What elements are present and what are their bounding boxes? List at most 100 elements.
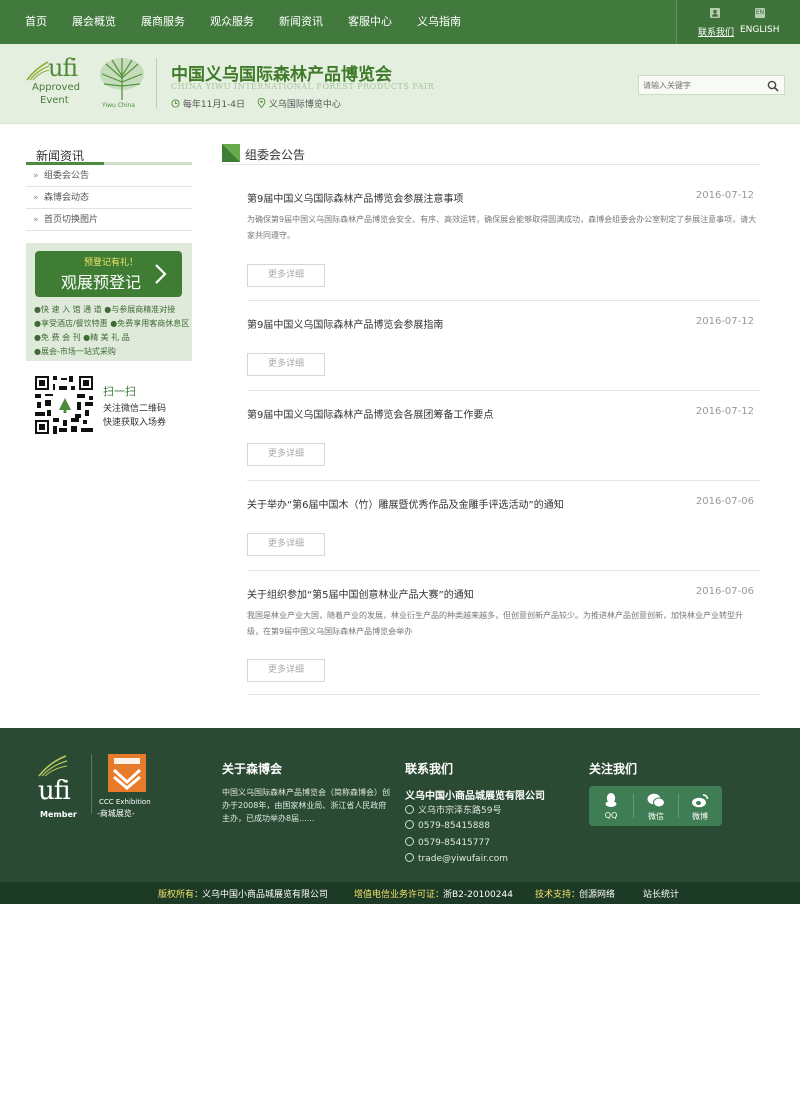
english-link[interactable]: ENGLISH <box>740 25 780 35</box>
prereg-feature: ●展会-市场一站式采购 <box>34 347 116 356</box>
section-flag-icon <box>222 144 240 162</box>
article-title[interactable]: 第9届中国义乌国际森林产品博览会参展注意事项 <box>247 190 463 205</box>
social-weibo-label: 微博 <box>692 812 708 821</box>
copyright-owner-label: 版权所有： <box>158 890 204 900</box>
article-date: 2016-07-12 <box>695 316 754 327</box>
weibo-icon <box>692 794 709 808</box>
article-title[interactable]: 第9届中国义乌国际森林产品博览会各展团筹备工作要点 <box>247 406 493 421</box>
article-item: 第9届中国义乌国际森林产品博览会参展指南 2016-07-12 更多详细 <box>247 316 760 391</box>
copyright-bar: 版权所有： 义乌中国小商品城展览有限公司 增值电信业务许可证： 浙B2-2010… <box>0 882 800 904</box>
ufi-wordmark: ufi <box>48 54 78 82</box>
nav-item-service-center[interactable]: 客服中心 <box>348 0 392 44</box>
phone-icon <box>405 820 414 829</box>
sidebar-item-homepage-images[interactable]: 首页切换图片 <box>26 209 192 231</box>
prereg-feature: ●免 费 会 刊 ●精 美 礼 品 <box>34 333 130 342</box>
article-date: 2016-07-06 <box>695 496 754 507</box>
nav-item-yiwu-guide[interactable]: 义乌指南 <box>417 0 461 44</box>
nav-utility: EN 联系我们 ENGLISH <box>676 0 800 44</box>
article-divider <box>247 570 760 571</box>
pre-registration-button[interactable]: 预登记有礼！ 观展预登记 <box>35 251 182 297</box>
fair-venue-text: 义乌国际博览中心 <box>268 100 341 110</box>
article-excerpt: 我国是林业产业大国，随着产业的发展，林业衍生产品的种类越来越多，但创意创新产品较… <box>247 611 743 636</box>
nav-item-home[interactable]: 首页 <box>25 0 47 44</box>
article-item: 关于组织参加“第5届中国创意林业产品大赛”的通知 2016-07-06 我国是林… <box>247 586 760 696</box>
nav-item-news[interactable]: 新闻资讯 <box>279 0 323 44</box>
sidebar-heading: 新闻资讯 <box>26 145 192 165</box>
user-icon[interactable] <box>710 8 720 18</box>
prereg-feature: ●享受酒店/餐饮特惠 ●免费享用客商休息区 <box>34 319 190 328</box>
nav-item-overview[interactable]: 展会概览 <box>72 0 116 44</box>
more-details-button[interactable]: 更多详细 <box>247 264 325 287</box>
site-stats-link[interactable]: 站长统计 <box>643 887 679 900</box>
fair-title-en: CHINA YIWU INTERNATIONAL FOREST PRODUCTS… <box>171 82 435 91</box>
article-title[interactable]: 关于组织参加“第5届中国创意林业产品大赛”的通知 <box>247 586 474 601</box>
fair-venue: 义乌国际博览中心 <box>257 97 341 110</box>
location-pin-icon <box>405 805 414 814</box>
search-icon[interactable] <box>767 80 779 92</box>
article-item: 第9届中国义乌国际森林产品博览会参展注意事项 2016-07-12 为确保第9届… <box>247 190 760 301</box>
more-details-button[interactable]: 更多详细 <box>247 443 325 466</box>
social-wechat[interactable]: 微信 <box>634 786 678 826</box>
about-heading: 关于森博会 <box>222 762 283 776</box>
search-box <box>638 75 785 95</box>
article-title[interactable]: 关于举办“第6届中国木（竹）雕展暨优秀作品及金雕手评选活动”的通知 <box>247 496 564 511</box>
social-qq[interactable]: QQ <box>589 786 633 826</box>
copyright-owner: 义乌中国小商品城展览有限公司 <box>202 890 329 900</box>
email-line: trade@yiwufair.com <box>405 853 508 864</box>
contact-link[interactable]: 联系我们 <box>698 25 734 38</box>
ccc-name-en: CCC Exhibition <box>99 798 151 806</box>
article-excerpt: 为确保第9届中国义乌国际森林产品博览会安全、有序、高效运转，确保展会能够取得圆满… <box>247 215 757 240</box>
address-text: 义乌市宗泽东路59号 <box>418 806 502 816</box>
article-divider <box>247 480 760 481</box>
article-divider <box>247 694 760 695</box>
wechat-icon <box>647 793 665 808</box>
fair-date: 每年11月1-4日 <box>171 97 245 110</box>
more-details-button[interactable]: 更多详细 <box>247 533 325 556</box>
site-header: ufi Approved Event Yiwu China 中国义乌国际森林产品… <box>0 44 800 124</box>
phone-line: 0579-85415777 <box>405 837 490 848</box>
ccc-exhibition-logo <box>108 754 146 792</box>
ufi-approved-logo[interactable]: ufi Approved Event <box>26 54 90 114</box>
pre-registration-tag: 预登记有礼！ <box>84 258 139 268</box>
article-date: 2016-07-06 <box>695 586 754 597</box>
phone2-text: 0579-85415777 <box>418 838 490 848</box>
nav-item-exhibitor-service[interactable]: 展商服务 <box>141 0 185 44</box>
ccc-name-cn: -商城展览- <box>97 809 135 818</box>
chevron-right-icon <box>155 264 167 284</box>
article-date: 2016-07-12 <box>695 190 754 201</box>
article-item: 关于举办“第6届中国木（竹）雕展暨优秀作品及金雕手评选活动”的通知 2016-0… <box>247 496 760 571</box>
sidebar-item-fair-news[interactable]: 森博会动态 <box>26 187 192 209</box>
top-nav: 首页 展会概览 展商服务 观众服务 新闻资讯 客服中心 义乌指南 EN 联系我们… <box>0 0 800 44</box>
ufi-wordmark: ufi <box>38 776 71 806</box>
search-input[interactable] <box>643 78 759 92</box>
en-badge-icon[interactable]: EN <box>755 8 765 18</box>
location-pin-icon <box>257 97 266 109</box>
more-details-button[interactable]: 更多详细 <box>247 659 325 682</box>
sidebar-heading-text: 新闻资讯 <box>36 149 85 163</box>
sidebar-item-announcements[interactable]: 组委会公告 <box>26 165 192 187</box>
yiwu-fair-logo[interactable]: Yiwu China <box>98 56 146 110</box>
tech-support[interactable]: 创源网络 <box>579 887 615 900</box>
more-details-button[interactable]: 更多详细 <box>247 353 325 376</box>
qq-icon <box>605 793 617 807</box>
pre-registration-panel: 预登记有礼！ 观展预登记 ●快 速 入 馆 通 道 ●与参展商精准对接 ●享受酒… <box>26 243 192 361</box>
site-footer: ufi Member CCC Exhibition -商城展览- 关于森博会 中… <box>0 728 800 882</box>
article-divider <box>247 390 760 391</box>
address-line: 义乌市宗泽东路59号 <box>405 803 501 816</box>
email-text[interactable]: trade@yiwufair.com <box>418 854 508 864</box>
license-number[interactable]: 浙B2-20100244 <box>443 887 513 900</box>
article-date: 2016-07-12 <box>695 406 754 417</box>
qr-line1: 关注微信二维码 <box>103 404 167 414</box>
section-title: 组委会公告 <box>245 148 306 162</box>
ufi-event-text: Event <box>40 95 69 106</box>
tree-logo-icon <box>100 58 144 100</box>
article-title[interactable]: 第9届中国义乌国际森林产品博览会参展指南 <box>247 316 443 331</box>
nav-item-visitor-service[interactable]: 观众服务 <box>210 0 254 44</box>
license-label: 增值电信业务许可证： <box>354 890 445 900</box>
clock-icon <box>171 99 180 108</box>
pre-registration-label: 观展预登记 <box>61 273 142 292</box>
article-divider <box>247 300 760 301</box>
follow-heading: 关注我们 <box>589 762 638 776</box>
ufi-member-logo: ufi Member <box>38 754 78 819</box>
social-weibo[interactable]: 微博 <box>678 786 722 826</box>
